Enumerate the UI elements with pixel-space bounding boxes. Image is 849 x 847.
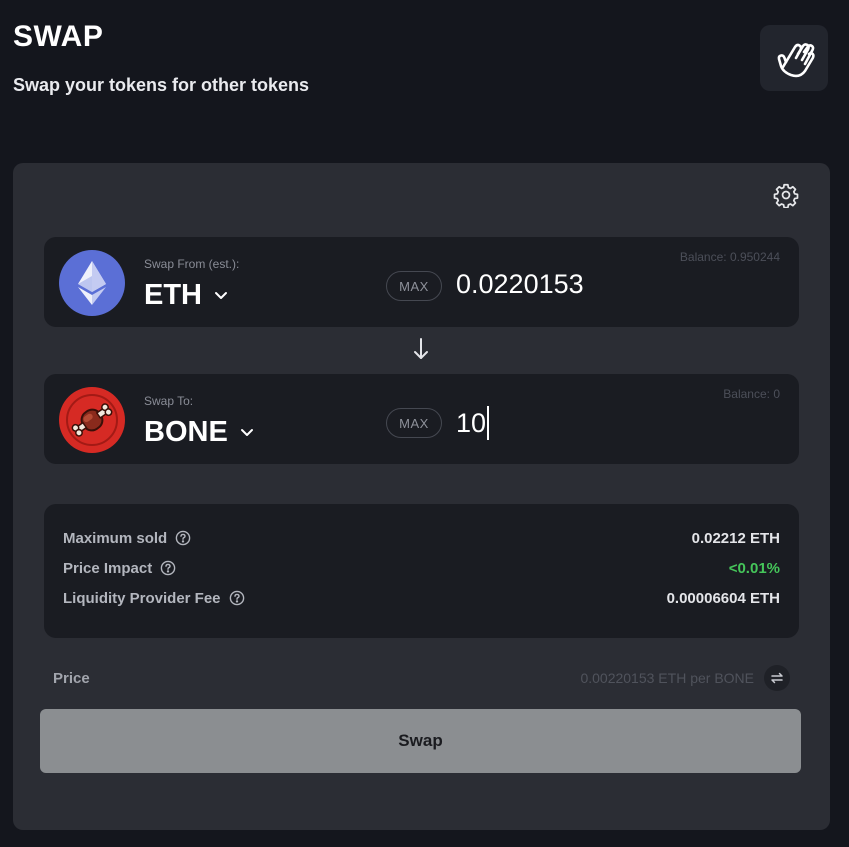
detail-value: 0.02212 ETH (691, 529, 780, 547)
swap-to-balance: Balance: 0 (723, 387, 780, 401)
swap-direction-icon[interactable] (764, 665, 790, 691)
price-row: Price 0.00220153 ETH per BONE (53, 663, 790, 693)
swap-from-max-button[interactable]: MAX (386, 271, 442, 301)
detail-row-maximum-sold: Maximum sold 0.02212 ETH (63, 528, 780, 548)
swap-from-amount-input[interactable]: 0.0220153 (456, 269, 584, 300)
detail-value: <0.01% (728, 559, 780, 577)
swap-to-panel: Swap To: BONE MAX 10 Balance: 0 (44, 374, 799, 464)
detail-row-liquidity-provider-fee: Liquidity Provider Fee 0.00006604 ETH (63, 588, 780, 608)
swap-button[interactable]: Swap (40, 709, 801, 773)
text-caret (487, 406, 490, 440)
hand-pointer-icon (777, 43, 815, 78)
bone-logo (59, 387, 125, 453)
swap-to-max-button[interactable]: MAX (386, 408, 442, 438)
detail-value: 0.00006604 ETH (666, 589, 780, 607)
swap-to-token-select[interactable]: BONE (144, 416, 254, 449)
ethereum-logo (59, 250, 125, 316)
swap-from-balance: Balance: 0.950244 (679, 250, 780, 264)
swap-to-amount-input[interactable]: 10 (456, 406, 490, 440)
question-circle-icon[interactable] (175, 530, 191, 546)
gear-icon (773, 183, 799, 208)
swap-card: Swap From (est.): ETH MAX 0.0220153 Bala… (13, 163, 830, 830)
detail-label: Maximum sold (63, 529, 168, 547)
question-circle-icon[interactable] (160, 560, 176, 576)
detail-label: Liquidity Provider Fee (63, 589, 221, 607)
detail-label: Price Impact (63, 559, 153, 577)
swap-from-symbol: ETH (144, 279, 202, 311)
arrow-down-icon[interactable] (410, 336, 432, 362)
page-subtitle: Swap your tokens for other tokens (13, 75, 310, 95)
chevron-down-icon (214, 291, 228, 301)
swap-from-label: Swap From (est.): (144, 257, 240, 271)
question-circle-icon[interactable] (229, 590, 245, 606)
price-label: Price (53, 669, 90, 687)
settings-button[interactable] (771, 180, 801, 210)
trade-details-panel: Maximum sold 0.02212 ETH Price Impact <0… (44, 504, 799, 638)
swap-to-amount-value: 10 (456, 407, 487, 438)
swap-from-panel: Swap From (est.): ETH MAX 0.0220153 Bala… (44, 237, 799, 327)
page-title: SWAP (13, 20, 104, 53)
hand-pointer-button[interactable] (760, 25, 828, 91)
chevron-down-icon (240, 428, 254, 438)
price-value: 0.00220153 ETH per BONE (580, 670, 754, 686)
swap-to-label: Swap To: (144, 394, 194, 408)
swap-from-token-select[interactable]: ETH (144, 279, 228, 312)
swap-to-symbol: BONE (144, 416, 228, 448)
detail-row-price-impact: Price Impact <0.01% (63, 558, 780, 578)
